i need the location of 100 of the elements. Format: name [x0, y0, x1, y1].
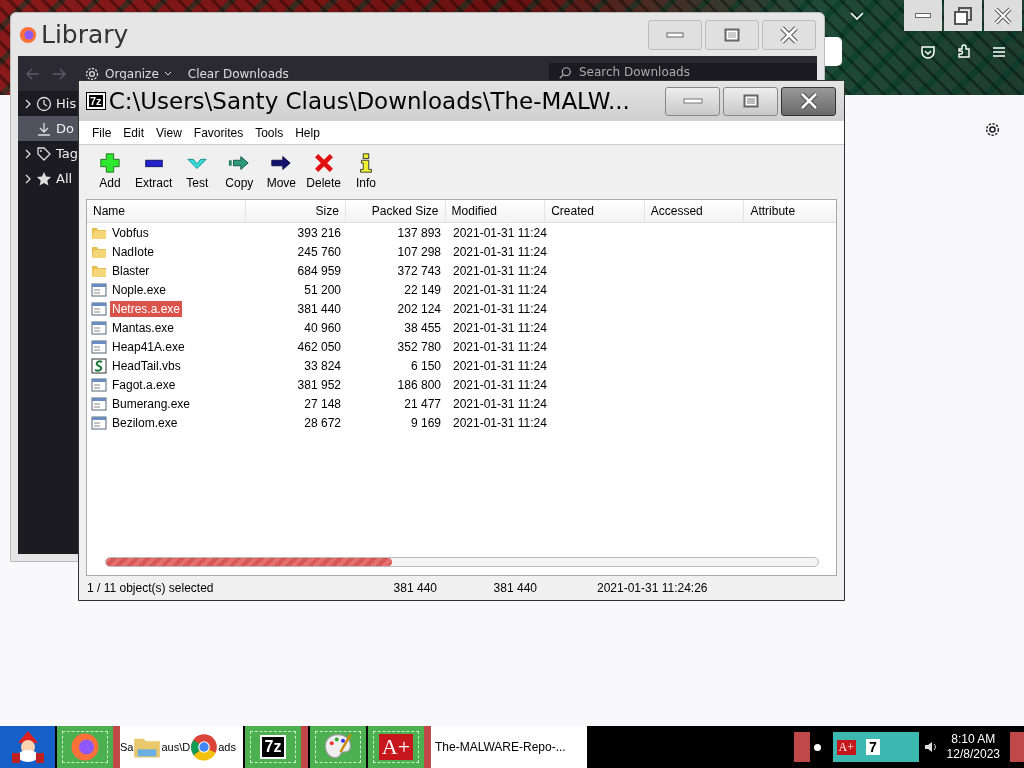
minimize-icon [915, 13, 931, 18]
table-cell-text: 51 200 [303, 282, 342, 297]
menu-item[interactable]: Edit [117, 125, 151, 140]
speaker-icon[interactable] [922, 739, 939, 755]
menu-item[interactable]: File [86, 125, 118, 140]
minimize-icon [666, 31, 684, 38]
star-icon [36, 170, 52, 187]
menu-item[interactable]: Favorites [187, 125, 250, 140]
column-header[interactable]: Created [545, 200, 645, 222]
close-button[interactable] [781, 86, 836, 116]
file-name[interactable]: Bumerang.exe [110, 395, 193, 412]
chevron-right-icon[interactable] [24, 173, 32, 184]
sidebar-item[interactable]: His [18, 91, 78, 116]
table-cell-text: 2021-01-31 11:24 [452, 377, 547, 392]
taskbar-button[interactable] [310, 726, 366, 768]
toolbar-button[interactable]: Move [260, 152, 303, 190]
program-file-icon [91, 338, 107, 355]
sidebar-item[interactable]: All [18, 166, 78, 191]
plus-icon [99, 152, 121, 174]
settings-icon[interactable] [984, 121, 1001, 138]
search-field[interactable]: Search Downloads [549, 63, 817, 81]
table-cell-text: 393 216 [296, 225, 342, 240]
taskbar-button[interactable]: Sa aus\D ads [120, 726, 243, 768]
address-bar[interactable] [825, 37, 842, 66]
column-header[interactable]: Packed Size [345, 200, 446, 222]
maximize-button[interactable] [705, 19, 759, 50]
table-cell-text: 381 440 [296, 301, 342, 316]
minimize-button[interactable] [665, 86, 720, 116]
browser-logo-icon [190, 733, 219, 761]
chevron-right-icon[interactable] [24, 98, 32, 109]
table-cell-text: 9 169 [409, 415, 442, 430]
start-button[interactable] [0, 726, 55, 768]
column-header[interactable]: Attribute [744, 200, 836, 222]
table-cell-text: 2021-01-31 11:24 [452, 320, 547, 335]
taskbar-separator [113, 726, 120, 768]
clock-icon [36, 95, 52, 112]
toolbar-button[interactable]: Copy [218, 152, 261, 190]
file-name[interactable]: Mantas.exe [110, 319, 177, 336]
pocket-icon[interactable] [920, 44, 936, 60]
organize-button[interactable]: Organize [76, 65, 180, 82]
clear-downloads-button[interactable]: Clear Downloads [179, 66, 297, 81]
restore-icon [953, 5, 973, 26]
file-name[interactable]: Vobfus [110, 224, 151, 241]
download-icon [36, 120, 52, 137]
table-cell-text: 2021-01-31 11:24 [452, 244, 547, 259]
table-cell-text: 462 050 [296, 339, 342, 354]
menu-icon[interactable] [991, 44, 1007, 60]
table-cell-text: 2021-01-31 11:24 [452, 339, 547, 354]
table-cell-text: 6 150 [409, 358, 442, 373]
table-cell-text: 28 672 [303, 415, 342, 430]
restore-button[interactable] [944, 0, 982, 31]
column-header[interactable]: Modified [445, 200, 546, 222]
file-name[interactable]: Netres.a.exe [110, 300, 183, 317]
column-header[interactable]: Name [87, 200, 247, 222]
file-name[interactable]: NadIote [110, 243, 157, 260]
tag-icon [36, 145, 52, 162]
menu-item[interactable]: Help [289, 125, 326, 140]
table-cell-text: 186 800 [396, 377, 442, 392]
file-name[interactable]: Bezilom.exe [110, 414, 180, 431]
file-name[interactable]: Blaster [110, 262, 152, 279]
taskbar-separator [301, 726, 308, 768]
maximize-button[interactable] [723, 86, 778, 116]
tray-icons[interactable]: A+ 7 [832, 732, 919, 762]
table-cell-text: 2021-01-31 11:24 [452, 282, 547, 297]
taskbar-button[interactable]: 7z [245, 726, 301, 768]
menu-item[interactable]: View [150, 125, 188, 140]
app-icon: 7z [87, 93, 105, 109]
file-name[interactable]: Heap41A.exe [110, 338, 187, 355]
file-name[interactable]: HeadTail.vbs [110, 357, 183, 374]
table-cell-text: 352 780 [396, 339, 442, 354]
puzzle-piece-icon[interactable] [956, 44, 972, 60]
toolbar-button[interactable]: Extract [131, 152, 177, 190]
toolbar-button[interactable]: Delete [302, 152, 346, 190]
close-icon [779, 25, 799, 44]
horizontal-scroll-bar[interactable] [105, 557, 819, 567]
taskbar-button[interactable] [57, 726, 113, 768]
table-cell-text: 2021-01-31 11:24 [452, 358, 547, 373]
toolbar-button[interactable]: Add [89, 152, 131, 190]
toolbar-button[interactable]: Info [345, 152, 388, 190]
file-name[interactable]: Fagot.a.exe [110, 376, 178, 393]
table-cell-text: 2021-01-31 11:24 [452, 301, 547, 316]
taskbar-button[interactable]: The-MALWARE-Repo-... [431, 726, 587, 768]
sidebar-item[interactable]: Tag [18, 141, 78, 166]
gear-icon [84, 65, 100, 82]
chevron-down-icon[interactable] [850, 12, 864, 20]
taskbar-button[interactable]: A+ [368, 726, 424, 768]
column-header[interactable]: Accessed [644, 200, 745, 222]
minimize-button[interactable] [904, 0, 942, 31]
program-file-icon [91, 395, 107, 412]
sidebar-item[interactable]: Do [18, 116, 78, 141]
column-header[interactable]: Size [246, 200, 346, 222]
file-name[interactable]: Nople.exe [110, 281, 169, 298]
toolbar-button[interactable]: Test [176, 152, 219, 190]
clock[interactable]: 8:10 AM 12/8/2023 [942, 726, 1004, 768]
chevron-right-icon[interactable] [24, 148, 32, 159]
close-button[interactable] [984, 0, 1022, 31]
menu-item[interactable]: Tools [249, 125, 290, 140]
taskbar-separator [424, 726, 431, 768]
program-file-icon [91, 376, 107, 393]
program-file-icon [91, 300, 107, 317]
